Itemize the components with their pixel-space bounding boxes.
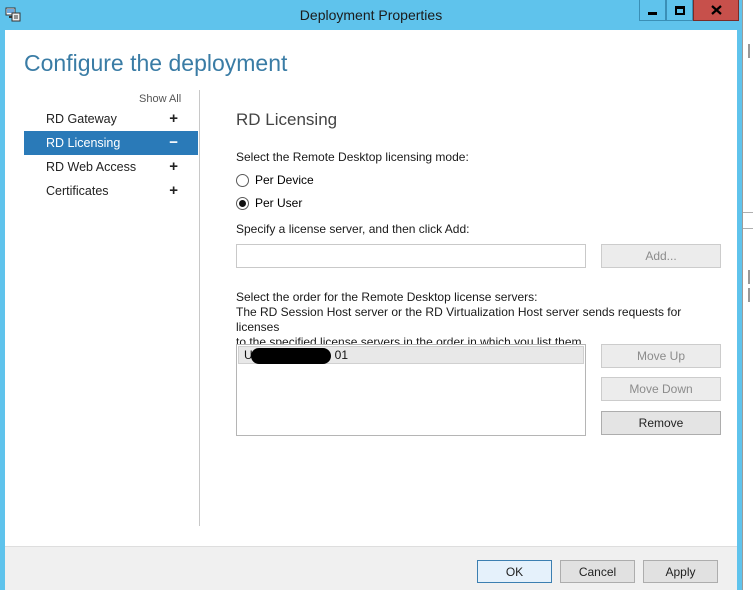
redaction-mark	[251, 348, 331, 364]
list-item[interactable]: U 01	[238, 346, 584, 364]
section-title: RD Licensing	[236, 110, 338, 129]
ok-button[interactable]: OK	[477, 560, 552, 583]
radio-button[interactable]	[236, 173, 249, 187]
show-all-link[interactable]: Show All	[139, 93, 181, 105]
sidebar-item-rd-web-access[interactable]: RD Web Access +	[24, 155, 198, 179]
order-desc-line-1: The RD Session Host server or the RD Vir…	[236, 305, 682, 334]
close-button[interactable]	[693, 0, 739, 21]
server-name-suffix: 01	[334, 348, 349, 362]
expand-icon: +	[169, 158, 178, 175]
minimize-icon	[648, 11, 657, 15]
radio-button-selected[interactable]	[236, 196, 249, 210]
add-button[interactable]: Add...	[601, 244, 721, 268]
order-label: Select the order for the Remote Desktop …	[236, 290, 538, 304]
minimize-button[interactable]	[639, 0, 666, 21]
close-icon	[710, 5, 722, 15]
radio-label: Per User	[255, 196, 303, 210]
sidebar-item-label: RD Gateway	[46, 112, 117, 126]
sidebar-item-certificates[interactable]: Certificates +	[24, 179, 198, 203]
sidebar-item-label: Certificates	[46, 184, 109, 198]
sidebar-item-rd-licensing[interactable]: RD Licensing −	[24, 131, 198, 155]
title-bar[interactable]: Deployment Properties	[0, 0, 742, 30]
expand-icon: +	[169, 110, 178, 127]
radio-per-user[interactable]: Per User	[236, 196, 302, 210]
radio-dot	[239, 199, 246, 207]
nav-divider	[199, 90, 200, 526]
cancel-button[interactable]: Cancel	[560, 560, 635, 583]
server-order-description: Select the order for the Remote Desktop …	[236, 290, 721, 350]
license-server-label: Specify a license server, and then click…	[236, 222, 470, 236]
maximize-icon	[674, 5, 685, 15]
sidebar-item-label: RD Web Access	[46, 160, 137, 174]
radio-per-device[interactable]: Per Device	[236, 173, 314, 187]
move-up-button[interactable]: Move Up	[601, 344, 721, 368]
licensing-mode-label: Select the Remote Desktop licensing mode…	[236, 150, 469, 164]
remove-button[interactable]: Remove	[601, 411, 721, 435]
collapse-icon: −	[169, 134, 178, 151]
expand-icon: +	[169, 182, 178, 199]
radio-label: Per Device	[255, 173, 314, 187]
background-window-edge	[742, 0, 753, 590]
window-title: Deployment Properties	[299, 7, 443, 23]
license-server-input[interactable]	[236, 244, 586, 268]
move-down-button[interactable]: Move Down	[601, 377, 721, 401]
page-title: Configure the deployment	[24, 50, 288, 76]
sidebar-item-rd-gateway[interactable]: RD Gateway +	[24, 107, 198, 131]
apply-button[interactable]: Apply	[643, 560, 718, 583]
deployment-properties-window: Deployment Properties Configure the depl…	[0, 0, 742, 590]
dialog-content: Configure the deployment Show All RD Gat…	[5, 30, 737, 590]
license-server-list[interactable]: U 01	[236, 344, 586, 436]
dialog-button-bar: OK Cancel Apply	[5, 546, 737, 590]
maximize-button[interactable]	[666, 0, 693, 21]
sidebar-item-label: RD Licensing	[46, 136, 121, 150]
